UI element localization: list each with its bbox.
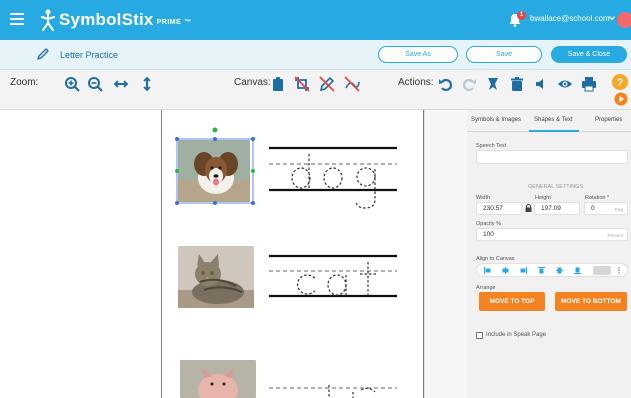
height-field[interactable]: 197.09 bbox=[534, 202, 580, 215]
left-workspace bbox=[0, 110, 161, 398]
eye-icon[interactable] bbox=[557, 76, 573, 92]
canvas-gutter bbox=[424, 110, 467, 398]
move-to-bottom-button[interactable]: MOVE TO BOTTOM bbox=[555, 292, 627, 311]
align-center-icon[interactable] bbox=[501, 266, 510, 275]
canvas-label: Canvas: bbox=[234, 77, 271, 88]
distribute-icon[interactable] bbox=[593, 266, 611, 275]
help-icon[interactable]: ? bbox=[611, 73, 629, 91]
include-speak-page-label: Include in Speak Page bbox=[486, 332, 547, 338]
selection-frame[interactable] bbox=[174, 136, 256, 206]
align-toolbar bbox=[476, 263, 628, 277]
width-value: 230.57 bbox=[483, 205, 503, 212]
redo-icon[interactable] bbox=[461, 76, 477, 92]
speech-text-label: Speech Text bbox=[476, 143, 507, 149]
svg-text:?: ? bbox=[617, 77, 624, 89]
width-label: Width bbox=[476, 195, 491, 201]
canvas-page[interactable]: dog cat bbox=[161, 110, 424, 398]
move-to-top-button[interactable]: MOVE TO TOP bbox=[479, 292, 545, 311]
app-edition: PRIME bbox=[156, 18, 182, 26]
document-bar: Letter Practice Save As Save Save & Clos… bbox=[0, 40, 631, 70]
rotation-label: Rotation * bbox=[585, 195, 610, 201]
zoom-out-icon[interactable] bbox=[87, 76, 103, 92]
handwriting-lines-pig[interactable] bbox=[269, 384, 399, 398]
pig-image[interactable] bbox=[180, 360, 256, 398]
fit-width-icon[interactable] bbox=[113, 76, 129, 92]
logo-figure-icon bbox=[41, 9, 55, 31]
opacity-label: Opacity % bbox=[476, 221, 502, 227]
panel-tabs: Symbols & Images Shapes & Text Propertie… bbox=[467, 110, 631, 132]
play-icon[interactable] bbox=[614, 92, 628, 106]
opacity-unit: Percent bbox=[607, 233, 623, 238]
height-value: 197.09 bbox=[541, 205, 561, 212]
general-settings-heading: GENERAL SETTINGS bbox=[528, 184, 584, 190]
draw-disabled-icon[interactable] bbox=[344, 76, 360, 92]
tab-properties[interactable]: Properties bbox=[595, 117, 622, 123]
handwriting-lines-dog[interactable] bbox=[269, 142, 399, 212]
opacity-value: 100 bbox=[483, 231, 494, 238]
tab-shapes-text[interactable]: Shapes & Text bbox=[534, 117, 573, 123]
rotation-unit: Deg bbox=[614, 207, 623, 212]
rotation-value: 0 bbox=[591, 205, 595, 212]
toolbar: Zoom: Canvas: Actions: ? bbox=[0, 70, 631, 110]
delete-icon[interactable] bbox=[509, 76, 525, 92]
user-email[interactable]: bwallace@school.com bbox=[530, 14, 610, 23]
align-bottom-icon[interactable] bbox=[573, 266, 582, 275]
cat-photo-icon bbox=[178, 246, 254, 308]
cat-image[interactable] bbox=[178, 246, 254, 308]
zoom-label: Zoom: bbox=[10, 77, 39, 88]
app-window: SymbolStix PRIME ™ 1 bwallace@school.com… bbox=[0, 0, 631, 398]
save-button[interactable]: Save bbox=[466, 46, 542, 63]
speaker-icon[interactable] bbox=[533, 76, 549, 92]
save-as-button[interactable]: Save As bbox=[378, 46, 458, 63]
actions-label: Actions: bbox=[398, 77, 434, 88]
rotate-handle-icon[interactable] bbox=[211, 126, 219, 134]
trademark: ™ bbox=[184, 18, 192, 26]
top-bar: SymbolStix PRIME ™ 1 bwallace@school.com bbox=[0, 0, 631, 40]
avatar[interactable] bbox=[617, 12, 631, 28]
tab-symbols-images[interactable]: Symbols & Images bbox=[471, 117, 521, 123]
zoom-in-icon[interactable] bbox=[64, 76, 80, 92]
notification-badge: 1 bbox=[517, 11, 526, 20]
edit-disabled-icon[interactable] bbox=[319, 76, 335, 92]
align-to-canvas-label: Align to Canvas bbox=[476, 256, 515, 262]
properties-panel: Symbols & Images Shapes & Text Propertie… bbox=[467, 110, 631, 398]
paste-icon[interactable] bbox=[270, 76, 286, 92]
speech-text-input[interactable] bbox=[476, 150, 628, 164]
width-field[interactable]: 230.57 bbox=[476, 202, 522, 215]
opacity-field[interactable]: 100 Percent bbox=[476, 228, 628, 241]
document-title[interactable]: Letter Practice bbox=[60, 50, 118, 60]
clear-icon[interactable] bbox=[485, 76, 501, 92]
print-icon[interactable] bbox=[581, 76, 597, 92]
handwriting-lines-cat[interactable] bbox=[269, 250, 399, 312]
chevron-down-icon[interactable] bbox=[609, 15, 615, 21]
crop-disabled-icon[interactable] bbox=[294, 76, 310, 92]
lock-icon[interactable] bbox=[525, 204, 532, 212]
pig-photo-icon bbox=[180, 360, 256, 398]
undo-icon[interactable] bbox=[438, 76, 454, 92]
arrange-label: Arrange bbox=[476, 285, 496, 291]
fit-height-icon[interactable] bbox=[139, 76, 155, 92]
rotation-field[interactable]: 0 Deg bbox=[584, 202, 628, 215]
align-right-icon[interactable] bbox=[519, 266, 528, 275]
save-close-button[interactable]: Save & Close bbox=[551, 46, 627, 63]
app-logo[interactable]: SymbolStix PRIME ™ bbox=[40, 9, 192, 31]
pencil-icon[interactable] bbox=[36, 47, 50, 61]
include-speak-page-checkbox[interactable] bbox=[476, 332, 483, 339]
align-left-icon[interactable] bbox=[483, 266, 492, 275]
more-icon[interactable] bbox=[615, 266, 623, 275]
word-pig: pig bbox=[162, 110, 163, 111]
hamburger-menu-icon[interactable] bbox=[10, 13, 24, 25]
align-middle-icon[interactable] bbox=[555, 266, 564, 275]
app-name: SymbolStix bbox=[59, 10, 154, 29]
align-top-icon[interactable] bbox=[537, 266, 546, 275]
height-label: Height bbox=[535, 195, 551, 201]
